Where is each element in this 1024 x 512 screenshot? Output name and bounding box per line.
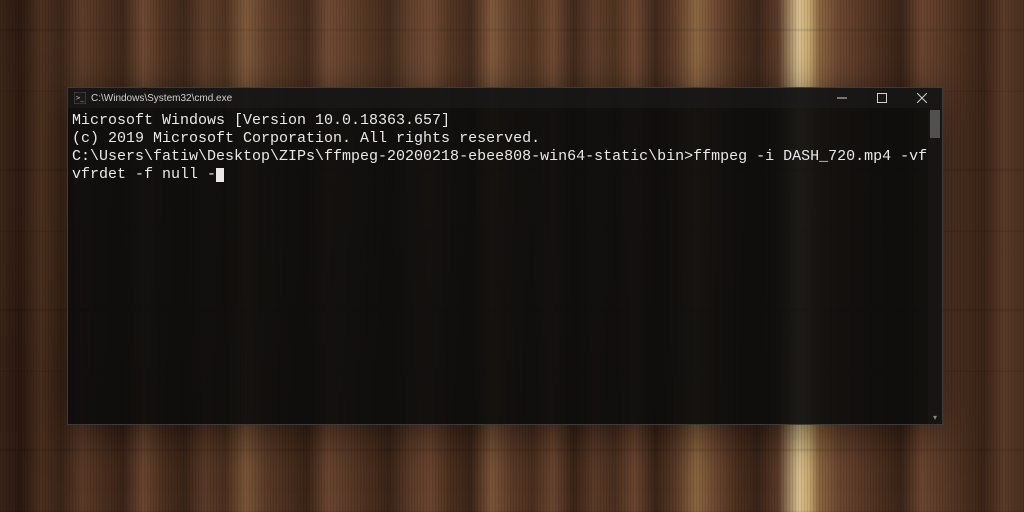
close-button[interactable]	[902, 88, 942, 108]
copyright-line: (c) 2019 Microsoft Corporation. All righ…	[72, 130, 936, 148]
minimize-button[interactable]	[822, 88, 862, 108]
version-line: Microsoft Windows [Version 10.0.18363.65…	[72, 112, 936, 130]
cursor	[216, 168, 224, 182]
svg-text:>_: >_	[76, 94, 85, 102]
minimize-icon	[837, 93, 847, 103]
window-title: C:\Windows\System32\cmd.exe	[91, 93, 232, 104]
close-icon	[917, 93, 927, 103]
scrollbar-thumb[interactable]	[930, 110, 940, 138]
terminal-output[interactable]: Microsoft Windows [Version 10.0.18363.65…	[68, 108, 942, 424]
cmd-icon: >_	[74, 92, 86, 104]
maximize-icon	[877, 93, 887, 103]
scrollbar-down-icon[interactable]: ▾	[928, 410, 942, 424]
titlebar[interactable]: >_ C:\Windows\System32\cmd.exe	[68, 88, 942, 108]
cmd-window: >_ C:\Windows\System32\cmd.exe Microsoft…	[67, 87, 943, 425]
maximize-button[interactable]	[862, 88, 902, 108]
prompt-text: C:\Users\fatiw\Desktop\ZIPs\ffmpeg-20200…	[72, 148, 693, 165]
scrollbar[interactable]: ▾	[928, 108, 942, 424]
